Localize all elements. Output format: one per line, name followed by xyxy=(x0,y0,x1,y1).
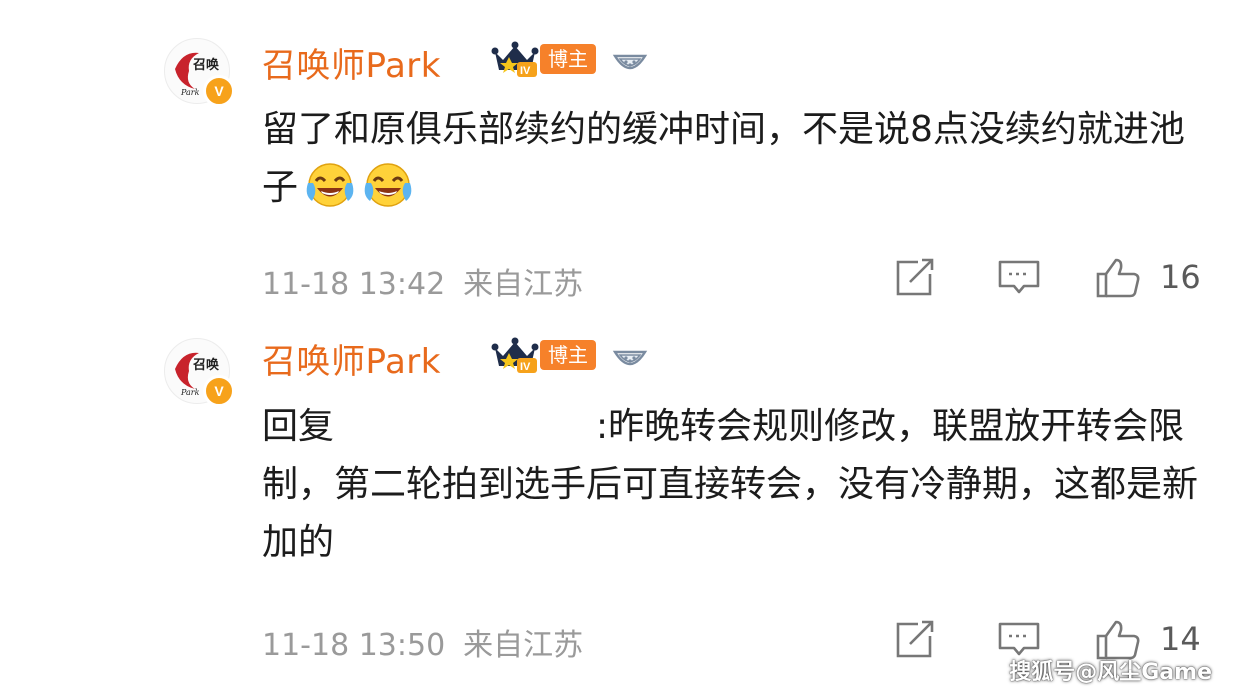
crown-level-icon: IV xyxy=(491,337,539,373)
comment-location: 来自江苏 xyxy=(463,267,584,302)
verified-badge: V xyxy=(203,375,235,407)
laugh-cry-emoji-icon xyxy=(362,161,414,227)
like-count: 16 xyxy=(1160,258,1201,296)
svg-text:IV: IV xyxy=(520,65,531,77)
avatar[interactable]: 召唤 Park V xyxy=(164,38,235,107)
blogger-tag: 博主 xyxy=(540,44,596,74)
watermark: 搜狐号@风尘Game xyxy=(1009,660,1212,685)
laugh-cry-emoji-icon xyxy=(304,161,356,227)
like-count: 14 xyxy=(1160,620,1201,658)
share-icon[interactable] xyxy=(892,256,938,298)
svg-text:IV: IV xyxy=(520,361,531,373)
watermelon-icon xyxy=(612,54,648,70)
comment-meta: 11-18 13:42 来自江苏 xyxy=(262,259,583,303)
comment-meta: 11-18 13:50 来自江苏 xyxy=(262,620,583,664)
blogger-tag: 博主 xyxy=(540,340,596,370)
svg-text:Park: Park xyxy=(180,88,200,97)
verified-badge: V xyxy=(203,75,235,107)
svg-text:召唤: 召唤 xyxy=(193,357,220,373)
share-icon[interactable] xyxy=(892,618,938,660)
svg-text:Park: Park xyxy=(180,388,200,397)
avatar[interactable]: 召唤 Park V xyxy=(164,338,235,407)
reply-prefix: 回复 xyxy=(262,406,335,447)
comment-icon[interactable] xyxy=(996,256,1042,298)
crown-level-icon: IV xyxy=(491,41,539,77)
username[interactable]: 召唤师Park xyxy=(262,38,441,87)
comment-time: 11-18 13:50 xyxy=(262,628,446,663)
watermelon-icon xyxy=(612,350,648,366)
like-icon[interactable] xyxy=(1094,256,1144,300)
comment-text: 回复:昨晚转会规则修改，联盟放开转会限制，第二轮拍到选手后可直接转会，没有冷静期… xyxy=(262,406,1199,563)
comment-time: 11-18 13:42 xyxy=(262,267,446,302)
comment-location: 来自江苏 xyxy=(463,628,584,663)
username[interactable]: 召唤师Park xyxy=(262,334,441,383)
comment-text: 留了和原俱乐部续约的缓冲时间，不是说8点没续约就进池子 xyxy=(262,101,1202,227)
svg-text:召唤: 召唤 xyxy=(193,57,220,73)
